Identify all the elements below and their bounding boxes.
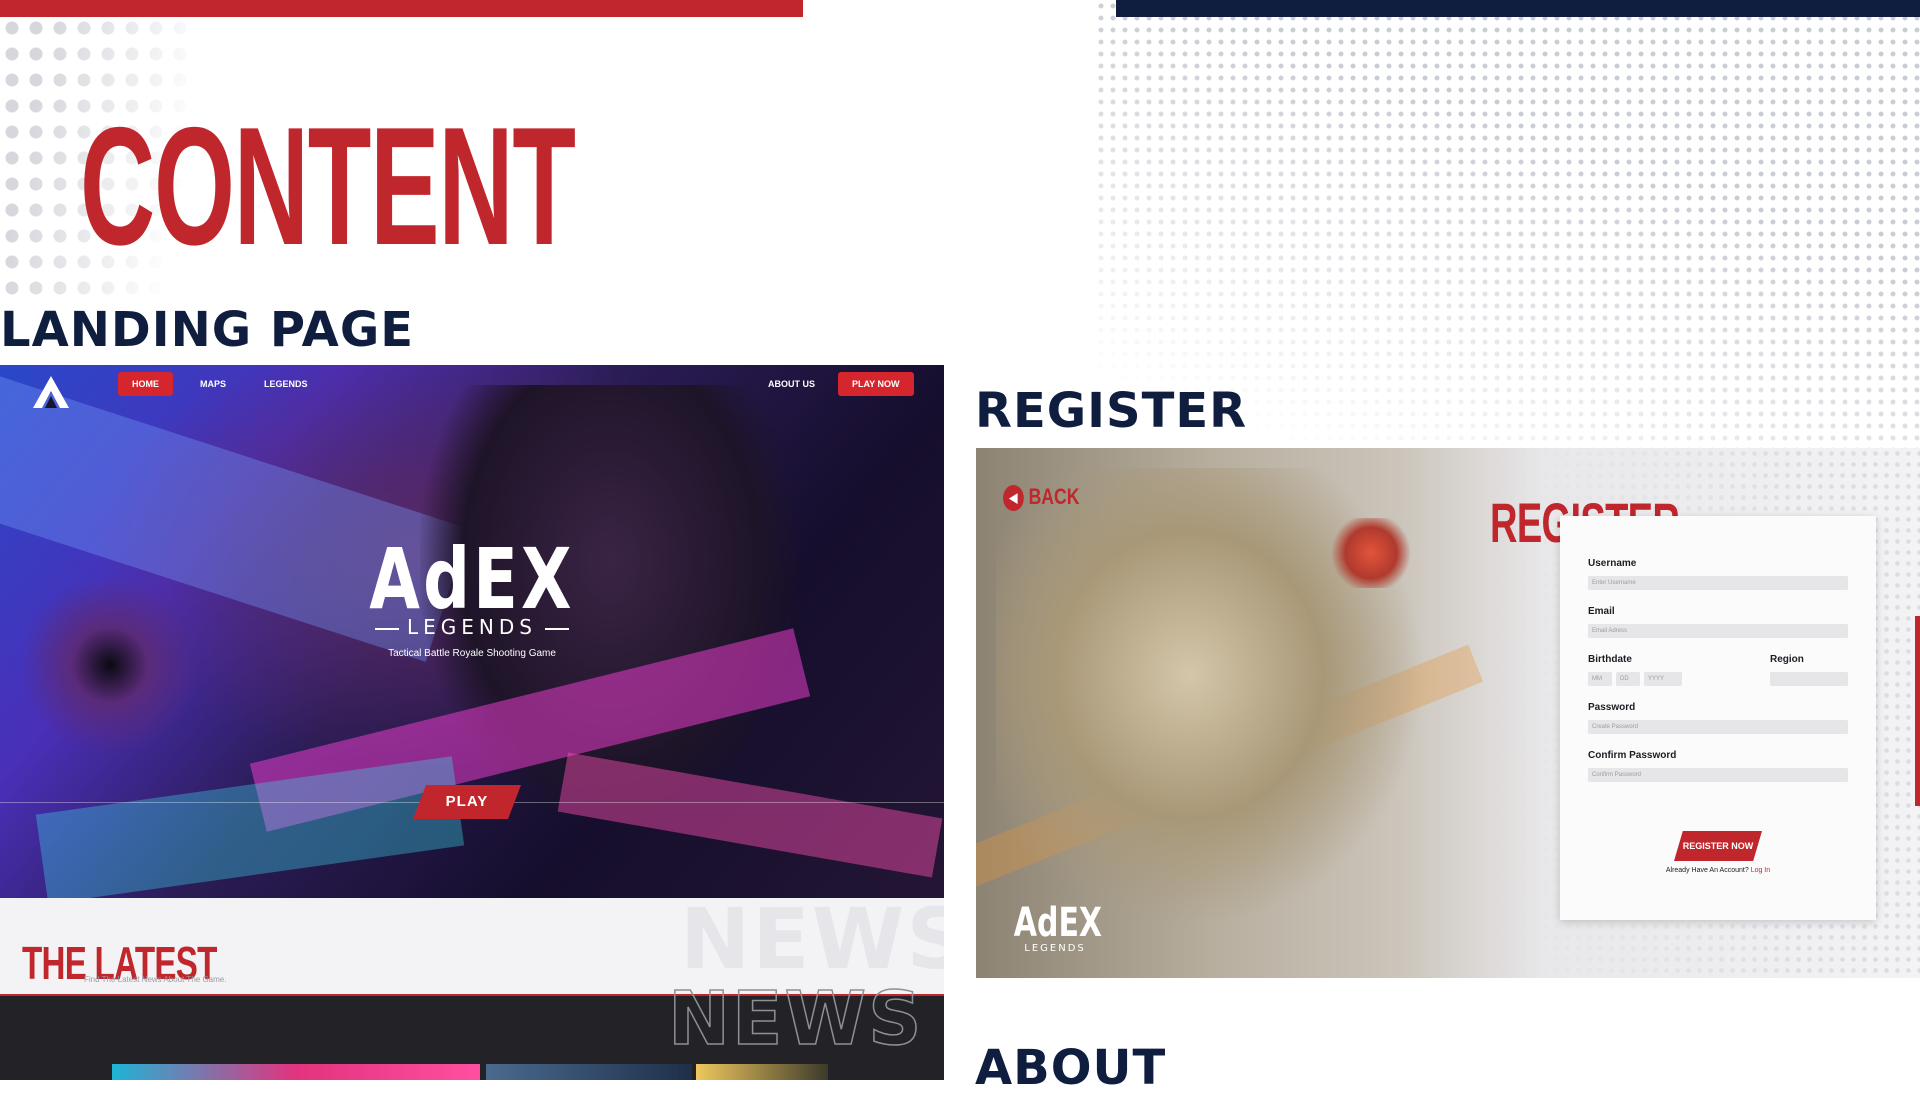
birth-year-input[interactable]: YYYY [1644,672,1682,686]
back-button[interactable]: ◀ BACK [1003,484,1080,512]
region-select[interactable] [1770,672,1848,686]
nav-legends[interactable]: LEGENDS [250,372,322,396]
character-goggles [1326,518,1416,588]
hero-logo-subtitle: LEGENDS [0,615,944,639]
news-thumbnail[interactable] [112,1064,480,1080]
birthdate-label: Birthdate [1588,654,1632,665]
register-preview: ◀BACK AdEX LEGENDS REGISTER Username Ent… [976,448,1920,978]
confirm-password-label: Confirm Password [1588,750,1677,761]
back-arrow-icon: ◀ [1003,485,1024,512]
section-title-landing: LANDING PAGE [0,302,414,358]
hero-logo-title: AdEX [369,530,575,628]
hero-tagline: Tactical Battle Royale Shooting Game [388,648,556,659]
email-label: Email [1588,606,1615,617]
top-red-bar [0,0,803,17]
top-navy-bar [1116,0,1920,17]
confirm-password-input[interactable]: Confirm Password [1588,768,1848,782]
section-title-about: ABOUT [975,1040,1167,1096]
login-prompt: Already Have An Account? Log In [1560,867,1876,874]
have-account-text: Already Have An Account? [1665,867,1749,874]
latest-subtitle: Find The Latest News About The Game. [84,975,227,984]
latest-news-preview: NEWS NEWS THE LATEST Find The Latest New… [0,898,944,1080]
nav-about-us[interactable]: ABOUT US [754,372,829,396]
birth-month-input[interactable]: MM [1588,672,1612,686]
nav-home[interactable]: HOME [118,372,173,396]
play-button[interactable]: PLAY [413,785,521,819]
news-outline-word: NEWS [667,975,924,1063]
art-stripe [35,756,465,898]
edge-accent [1915,616,1920,806]
nav-maps[interactable]: MAPS [186,372,240,396]
register-logo: AdEX LEGENDS [1000,903,1110,954]
password-label: Password [1588,702,1636,713]
play-now-button[interactable]: PLAY NOW [838,372,914,396]
register-form: Username Enter Username Email Email Adre… [1560,516,1876,920]
news-watermark: NEWS [680,898,944,988]
region-label: Region [1770,654,1804,665]
landing-preview: HOME MAPS LEGENDS ABOUT US PLAY NOW AdEX… [0,365,944,898]
news-thumbnail[interactable] [486,1064,692,1080]
birth-day-input[interactable]: DD [1616,672,1640,686]
register-now-button[interactable]: REGISTER NOW [1674,831,1762,861]
login-link[interactable]: Log In [1751,867,1770,874]
username-label: Username [1588,558,1637,569]
news-thumbnail[interactable] [696,1064,828,1080]
back-label: BACK [1028,484,1080,509]
username-input[interactable]: Enter Username [1588,576,1848,590]
section-title-register: REGISTER [975,383,1248,439]
register-logo-title: AdEX [1013,900,1103,946]
password-input[interactable]: Create Password [1588,720,1848,734]
apex-logo-icon[interactable] [32,375,70,409]
email-input[interactable]: Email Adress [1588,624,1848,638]
page-title: CONTENT [80,92,576,280]
